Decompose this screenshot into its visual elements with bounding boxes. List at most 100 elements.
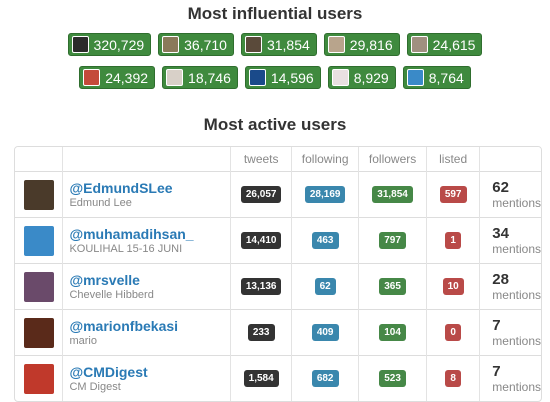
followers-column-header[interactable]: followers [358, 147, 428, 172]
user-handle-link[interactable]: @marionfbekasi [69, 318, 230, 334]
influential-user-badge[interactable]: 24,615 [406, 33, 483, 56]
user-cell: @CMDigest CM Digest [62, 355, 232, 401]
mentions-cell: 7 mentions [479, 355, 541, 401]
user-handle-link[interactable]: @EdmundSLee [69, 180, 230, 196]
tweets-badge: 1,584 [243, 370, 279, 387]
mentions-column-header [479, 147, 541, 172]
listed-badge: 0 [445, 324, 461, 341]
following-cell: 28,169 [291, 171, 360, 218]
user-avatar [327, 36, 345, 53]
tweets-column-header[interactable]: tweets [230, 147, 293, 172]
active-users-table: tweets following followers listed @Edmun… [14, 146, 542, 402]
listed-badge: 1 [445, 232, 461, 249]
mentions-cell: 62 mentions [479, 171, 541, 218]
tweets-badge: 13,136 [240, 278, 282, 295]
influential-users-row-1: 320,729 36,710 31,854 29,816 24,615 [0, 33, 550, 56]
influential-user-badge[interactable]: 14,596 [244, 66, 321, 89]
following-badge: 463 [311, 232, 339, 249]
tweets-badge: 26,057 [240, 186, 282, 203]
mentions-count: 28 [492, 271, 509, 288]
avatar-cell [15, 263, 64, 310]
tweets-cell: 14,410 [230, 217, 293, 264]
avatar-column-header [15, 147, 64, 172]
mentions-count: 7 [492, 363, 501, 380]
followers-cell: 365 [358, 263, 428, 310]
user-display-name: Chevelle Hibberd [69, 288, 154, 301]
listed-badge: 10 [442, 278, 464, 295]
follower-count: 31,854 [266, 36, 310, 53]
influential-user-badge[interactable]: 24,392 [79, 66, 156, 89]
follower-count: 8,929 [353, 69, 389, 86]
avatar[interactable] [23, 317, 54, 348]
user-display-name: KOULIHAL 15-16 JUNI [69, 242, 183, 255]
table-row: @muhamadihsan_ KOULIHAL 15-16 JUNI 14,410 4… [15, 217, 541, 264]
listed-cell: 10 [426, 263, 481, 310]
listed-badge: 597 [439, 186, 467, 203]
tweets-badge: 14,410 [240, 232, 282, 249]
mentions-count: 34 [492, 225, 509, 242]
user-cell: @muhamadihsan_ KOULIHAL 15-16 JUNI [62, 217, 232, 264]
user-display-name: CM Digest [69, 380, 121, 393]
table-row: @marionfbekasi mario 233 409 104 0 7 mentions [15, 309, 541, 356]
follower-count: 24,615 [432, 36, 476, 53]
user-avatar [83, 69, 101, 86]
user-avatar [410, 36, 428, 53]
influential-user-badge[interactable]: 320,729 [67, 33, 152, 56]
avatar[interactable] [23, 179, 54, 210]
user-cell: @mrsvelle Chevelle Hibberd [62, 263, 232, 310]
influential-users-title: Most influential users [187, 4, 363, 23]
follower-count: 14,596 [270, 69, 314, 86]
followers-badge: 31,854 [372, 186, 413, 203]
table-row: @CMDigest CM Digest 1,584 682 523 8 7 mentions [15, 355, 541, 401]
listed-cell: 8 [426, 355, 481, 401]
influential-user-badge[interactable]: 8,929 [327, 66, 396, 89]
avatar-cell [15, 355, 64, 401]
user-handle-link[interactable]: @mrsvelle [69, 272, 230, 288]
user-avatar [244, 36, 262, 53]
followers-cell: 31,854 [358, 171, 428, 218]
table-row: @mrsvelle Chevelle Hibberd 13,136 62 365 10 28… [15, 263, 541, 310]
following-column-header[interactable]: following [291, 147, 360, 172]
avatar[interactable] [23, 271, 54, 302]
follower-count: 36,710 [184, 36, 227, 53]
user-avatar [71, 36, 89, 53]
followers-cell: 523 [358, 355, 428, 401]
mentions-count: 62 [492, 179, 509, 196]
mentions-label: mentions [492, 288, 541, 302]
user-avatar [166, 69, 184, 86]
following-cell: 409 [291, 309, 360, 356]
user-column-header [62, 147, 232, 172]
following-cell: 463 [291, 217, 360, 264]
follower-count: 24,392 [105, 69, 149, 86]
listed-cell: 0 [426, 309, 481, 356]
tweets-cell: 1,584 [230, 355, 293, 401]
follower-count: 320,729 [93, 36, 145, 53]
influential-user-badge[interactable]: 8,764 [402, 66, 471, 89]
user-handle-link[interactable]: @CMDigest [69, 364, 230, 380]
follower-count: 18,746 [188, 69, 231, 86]
follower-count: 29,816 [349, 36, 393, 53]
influential-user-badge[interactable]: 29,816 [323, 33, 400, 56]
avatar[interactable] [23, 363, 54, 394]
listed-column-header[interactable]: listed [426, 147, 481, 172]
influential-user-badge[interactable]: 31,854 [240, 33, 317, 56]
following-badge: 62 [314, 278, 336, 295]
mentions-label: mentions [492, 380, 541, 394]
influential-user-badge[interactable]: 36,710 [158, 33, 234, 56]
tweets-cell: 26,057 [230, 171, 293, 218]
follower-count: 8,764 [428, 69, 464, 86]
avatar[interactable] [23, 225, 54, 256]
avatar-cell [15, 217, 64, 264]
tweets-cell: 233 [230, 309, 293, 356]
mentions-cell: 34 mentions [479, 217, 541, 264]
tweets-badge: 233 [247, 324, 275, 341]
followers-badge: 797 [379, 232, 406, 249]
listed-badge: 8 [445, 370, 461, 387]
active-users-title: Most active users [203, 115, 347, 134]
influential-user-badge[interactable]: 18,746 [162, 66, 238, 89]
user-handle-link[interactable]: @muhamadihsan_ [69, 226, 230, 242]
mentions-label: mentions [492, 242, 541, 256]
mentions-label: mentions [492, 196, 541, 210]
user-avatar [162, 36, 180, 53]
mentions-label: mentions [492, 334, 541, 348]
